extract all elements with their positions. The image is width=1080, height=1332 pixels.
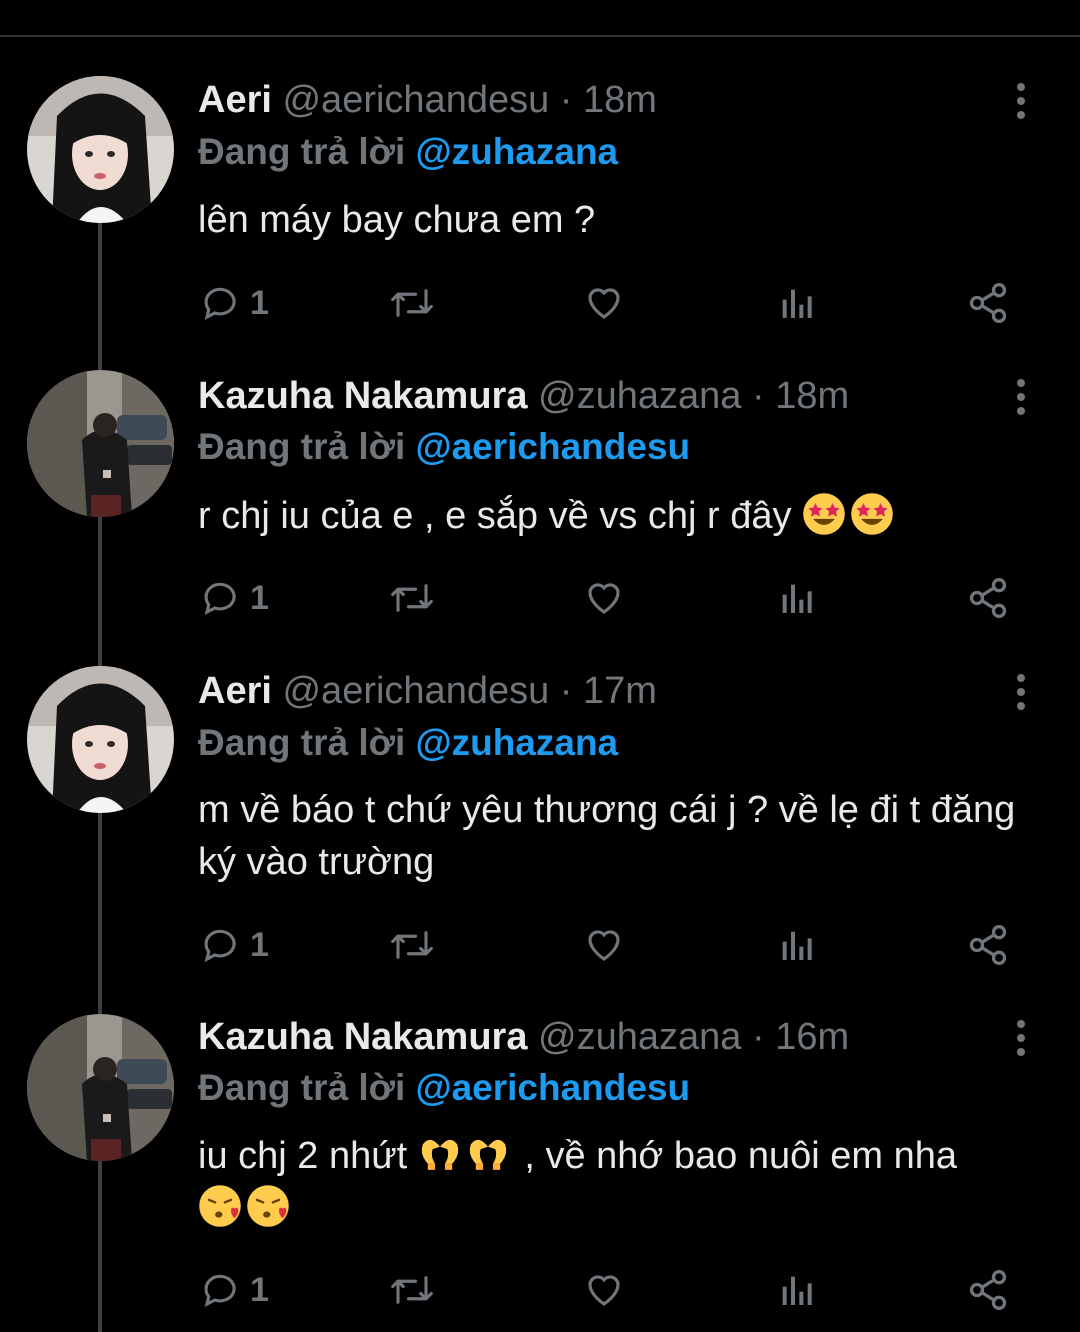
user-handle[interactable]: @aerichandesu [282, 79, 549, 121]
star-struck-emoji [803, 493, 845, 535]
star-struck-emoji [851, 493, 893, 535]
heart-hands-emoji [469, 1139, 507, 1170]
avatar[interactable] [27, 370, 174, 517]
tweet-text-body: r chj iu của e , e sắp về vs chj r đây [198, 495, 792, 537]
kissing-heart-emoji [247, 1185, 289, 1227]
timestamp[interactable]: 17m [583, 670, 657, 712]
tweet-text-body: m về báo t chứ yêu thương cái j ? về lẹ … [198, 789, 1016, 883]
retweet-button[interactable] [388, 278, 436, 328]
avatar[interactable] [27, 76, 174, 223]
retweet-button[interactable] [388, 573, 436, 623]
display-name[interactable]: Aeri [198, 79, 272, 121]
more-vertical-icon[interactable] [1006, 372, 1036, 422]
like-button[interactable] [582, 278, 626, 328]
action-bar: 1 [0, 573, 1080, 623]
analytics-button[interactable] [776, 278, 816, 328]
reply-button[interactable]: 1 [200, 1265, 269, 1315]
reply-icon [204, 929, 236, 962]
tweet-text-body: lên máy bay chưa em ? [198, 199, 596, 241]
heart-icon [588, 583, 620, 614]
analytics-icon [782, 289, 812, 318]
more-vertical-icon[interactable] [1006, 667, 1036, 717]
analytics-button[interactable] [776, 573, 816, 623]
retweet-icon [391, 1276, 433, 1304]
reply-count: 1 [250, 925, 269, 964]
action-bar: 1 [0, 920, 1080, 970]
replying-to-label: Đang trả lời [198, 426, 406, 467]
analytics-icon [782, 584, 812, 613]
kissing-heart-emoji [199, 1185, 241, 1227]
analytics-icon [782, 931, 812, 960]
timestamp[interactable]: 18m [583, 79, 657, 121]
reply-button[interactable]: 1 [200, 920, 269, 970]
share-icon [969, 283, 1007, 323]
top-divider [0, 35, 1080, 37]
like-button[interactable] [582, 1265, 626, 1315]
like-button[interactable] [582, 920, 626, 970]
share-button[interactable] [966, 1265, 1010, 1315]
share-icon [969, 925, 1007, 965]
display-name[interactable]: Kazuha Nakamura [198, 375, 527, 417]
separator-dot: · [751, 375, 765, 417]
reply-button[interactable]: 1 [200, 573, 269, 623]
display-name[interactable]: Aeri [198, 670, 272, 712]
heart-icon [588, 1275, 620, 1306]
retweet-icon [391, 289, 433, 317]
share-button[interactable] [966, 573, 1010, 623]
reply-mention-link[interactable]: @aerichandesu [416, 1067, 691, 1108]
analytics-button[interactable] [776, 1265, 816, 1315]
action-bar: 1 [0, 1265, 1080, 1315]
retweet-button[interactable] [388, 920, 436, 970]
reply-count: 1 [250, 578, 269, 617]
tweet-text: lên máy bay chưa em ? [198, 194, 1048, 246]
reply-icon [204, 582, 236, 615]
retweet-button[interactable] [388, 1265, 436, 1315]
analytics-button[interactable] [776, 920, 816, 970]
retweet-icon [391, 584, 433, 612]
replying-to-label: Đang trả lời [198, 722, 406, 763]
reply-mention-link[interactable]: @zuhazana [416, 722, 619, 763]
reply-button[interactable]: 1 [200, 278, 269, 328]
heart-icon [588, 930, 620, 961]
share-icon [969, 1270, 1007, 1310]
tweet-text: r chj iu của e , e sắp về vs chj r đây [198, 490, 1048, 542]
reply-icon [204, 287, 236, 320]
more-vertical-icon[interactable] [1006, 1013, 1036, 1063]
timestamp[interactable]: 18m [775, 375, 849, 417]
user-handle[interactable]: @zuhazana [538, 375, 741, 417]
tweet-text: iu chj 2 nhứt , về nhớ bao nuôi em nha [198, 1130, 1048, 1234]
like-button[interactable] [582, 573, 626, 623]
user-handle[interactable]: @zuhazana [538, 1016, 741, 1058]
heart-icon [588, 288, 620, 319]
share-icon [969, 578, 1007, 618]
reply-count: 1 [250, 1270, 269, 1309]
avatar[interactable] [27, 1014, 174, 1161]
tweet-text-body: iu chj 2 nhứt [198, 1135, 408, 1177]
share-button[interactable] [966, 278, 1010, 328]
reply-count: 1 [250, 283, 269, 322]
action-bar: 1 [0, 278, 1080, 328]
user-handle[interactable]: @aerichandesu [282, 670, 549, 712]
display-name[interactable]: Kazuha Nakamura [198, 1016, 527, 1058]
separator-dot: · [559, 79, 573, 121]
tweet-text-tail: , về nhớ bao nuôi em nha [513, 1135, 958, 1177]
share-button[interactable] [966, 920, 1010, 970]
timestamp[interactable]: 16m [775, 1016, 849, 1058]
replying-to-label: Đang trả lời [198, 131, 406, 172]
avatar[interactable] [27, 666, 174, 813]
reply-mention-link[interactable]: @zuhazana [416, 131, 619, 172]
retweet-icon [391, 931, 433, 959]
tweet-text: m về báo t chứ yêu thương cái j ? về lẹ … [198, 784, 1018, 888]
replying-to-label: Đang trả lời [198, 1067, 406, 1108]
separator-dot: · [559, 670, 573, 712]
more-vertical-icon[interactable] [1006, 76, 1036, 126]
heart-hands-emoji [421, 1139, 459, 1170]
separator-dot: · [751, 1016, 765, 1058]
reply-mention-link[interactable]: @aerichandesu [416, 426, 691, 467]
reply-icon [204, 1274, 236, 1307]
analytics-icon [782, 1276, 812, 1305]
